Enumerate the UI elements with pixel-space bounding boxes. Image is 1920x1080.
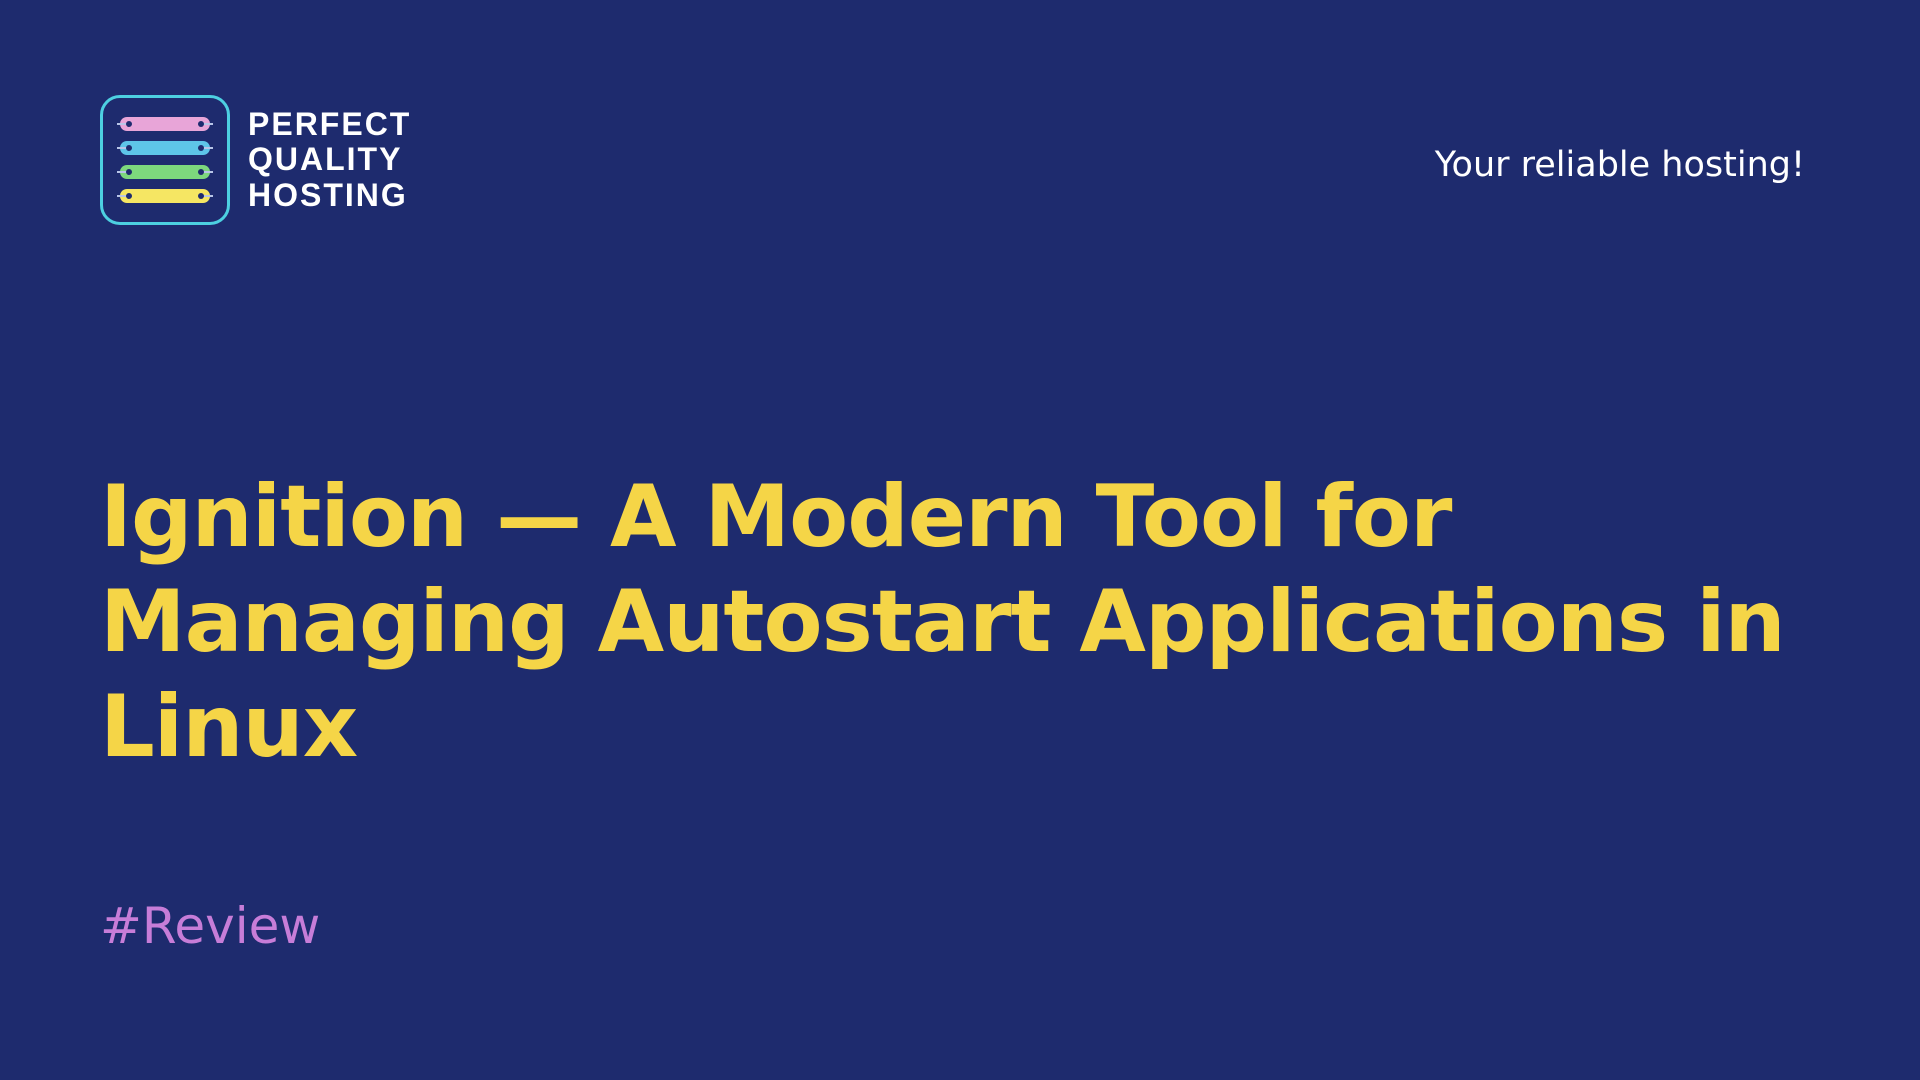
logo-icon: [100, 95, 230, 225]
tagline: Your reliable hosting!: [1435, 145, 1805, 185]
hashtag-label: #Review: [100, 897, 320, 955]
logo-section: PERFECT QUALITY HOSTING: [100, 95, 411, 225]
logo-text-line1: PERFECT: [248, 107, 411, 142]
server-rack-icon: [120, 141, 210, 155]
server-rack-icon: [120, 117, 210, 131]
server-rack-icon: [120, 165, 210, 179]
logo-text-line3: HOSTING: [248, 178, 411, 213]
page-title: Ignition — A Modern Tool for Managing Au…: [100, 465, 1820, 780]
logo-text: PERFECT QUALITY HOSTING: [248, 107, 411, 213]
server-rack-icon: [120, 189, 210, 203]
logo-text-line2: QUALITY: [248, 142, 411, 177]
